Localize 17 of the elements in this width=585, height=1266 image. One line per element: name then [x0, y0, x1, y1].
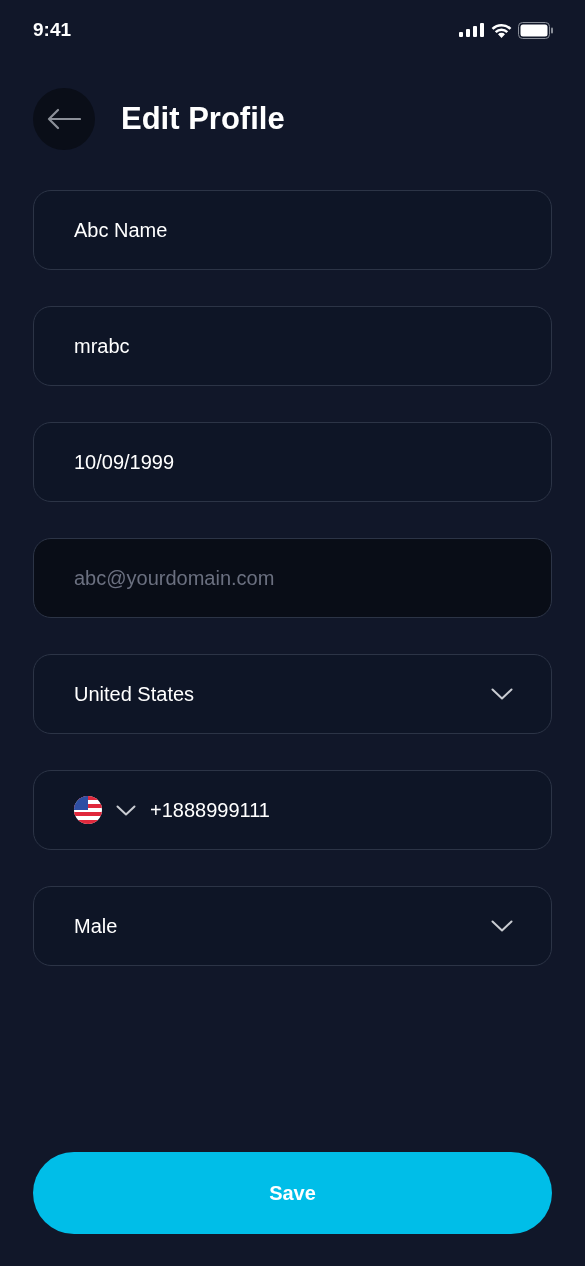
back-arrow-icon: [47, 108, 81, 130]
signal-icon: [459, 23, 485, 37]
page-title: Edit Profile: [121, 101, 285, 137]
input-field[interactable]: 10/09/1999: [33, 422, 552, 502]
flag-icon: [74, 796, 102, 824]
input-field[interactable]: mrabc: [33, 306, 552, 386]
chevron-down-icon: [491, 688, 513, 700]
dropdown-field[interactable]: United States: [33, 654, 552, 734]
dropdown-field[interactable]: Male: [33, 886, 552, 966]
status-time: 9:41: [33, 19, 72, 41]
wifi-icon: [491, 22, 512, 38]
chevron-down-icon: [491, 920, 513, 932]
input-field[interactable]: Abc Name: [33, 190, 552, 270]
input-field[interactable]: abc@yourdomain.com: [33, 538, 552, 618]
chevron-down-icon: [116, 804, 136, 816]
phone-field[interactable]: +1888999111: [33, 770, 552, 850]
battery-icon: [518, 21, 553, 39]
